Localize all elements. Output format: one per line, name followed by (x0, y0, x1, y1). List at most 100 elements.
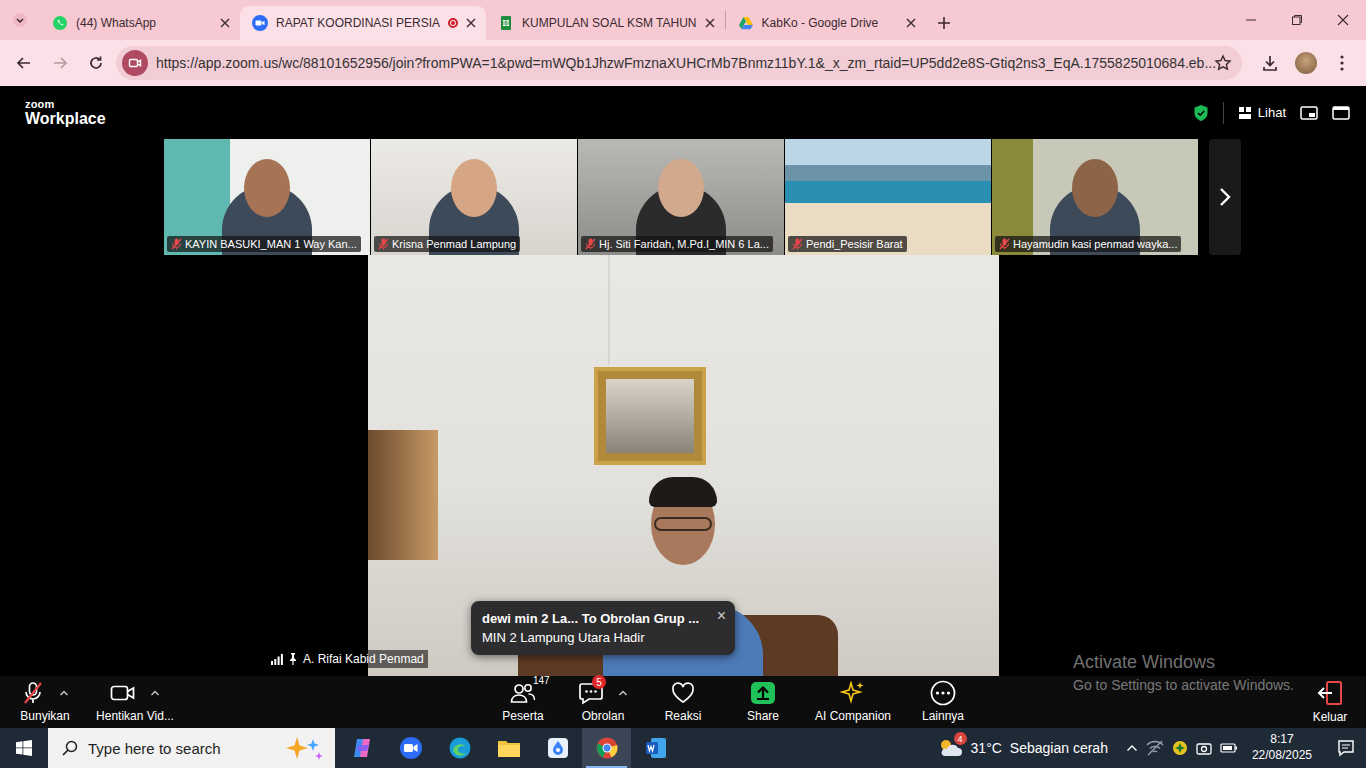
restore-icon[interactable] (1291, 14, 1303, 26)
chevron-up-icon[interactable] (1126, 743, 1138, 753)
windows-logo-icon[interactable] (16, 740, 32, 756)
start-button[interactable] (0, 728, 48, 768)
more-vert-icon[interactable] (1340, 55, 1344, 71)
clock[interactable]: 8:1722/08/2025 (1252, 732, 1312, 763)
next-page-button[interactable] (1209, 139, 1241, 255)
video-button[interactable]: Hentikan Vid... (90, 676, 180, 728)
leave-door-icon[interactable] (1317, 680, 1343, 706)
camera-icon[interactable] (128, 56, 142, 70)
leave-button[interactable]: Keluar (1300, 676, 1360, 728)
caret-up-icon[interactable] (618, 689, 628, 697)
participant-video-tile[interactable]: KAYIN BASUKI_MAN 1 Way Kan... (164, 139, 370, 255)
tray-app-icon[interactable] (1172, 740, 1188, 756)
picture-in-picture-icon[interactable] (1300, 105, 1318, 121)
toolbar-label[interactable]: Bunyikan (20, 709, 69, 723)
back-button[interactable] (8, 47, 40, 79)
more-icon[interactable] (930, 680, 956, 706)
browser-tab[interactable]: RAPAT KOORDINASI PERSIA (240, 6, 486, 40)
close-notification-button[interactable]: × (717, 607, 726, 625)
toolbar-label[interactable]: Lainnya (922, 709, 964, 723)
plus-icon[interactable] (937, 16, 951, 30)
chrome-icon[interactable] (595, 736, 619, 760)
toolbar-label[interactable]: Hentikan Vid... (96, 709, 174, 723)
reload-button[interactable] (80, 47, 112, 79)
close-icon[interactable] (220, 18, 230, 28)
taskbar-app[interactable] (435, 728, 484, 768)
minimize-icon[interactable] (1245, 14, 1257, 26)
security-shield-icon[interactable] (1193, 104, 1209, 122)
profile-avatar-icon[interactable] (1295, 52, 1317, 74)
new-tab-button[interactable] (926, 6, 962, 40)
share-button[interactable]: Share (723, 676, 803, 728)
search-placeholder[interactable]: Type here to search (88, 740, 273, 757)
sparkle-icon[interactable] (840, 681, 866, 705)
fullscreen-icon[interactable] (1332, 105, 1350, 121)
url-text[interactable]: https://app.zoom.us/wc/88101652956/join?… (156, 55, 1206, 71)
back-arrow-icon[interactable] (16, 55, 32, 71)
close-icon[interactable] (906, 18, 916, 28)
downloads-button[interactable] (1254, 47, 1286, 79)
forward-arrow-icon[interactable] (52, 55, 68, 71)
participant-video-tile[interactable]: Krisna Penmad Lampung (371, 139, 577, 255)
chat-notification[interactable]: dewi min 2 La... To Obrolan Grup ...MIN … (471, 601, 735, 655)
menu-button[interactable] (1326, 47, 1358, 79)
view-button[interactable]: Lihat (1238, 105, 1286, 120)
participants-icon[interactable] (509, 682, 537, 704)
edge-icon[interactable] (448, 736, 472, 760)
close-window-button[interactable] (1320, 0, 1366, 40)
taskbar-app[interactable] (484, 728, 533, 768)
address-bar[interactable]: https://app.zoom.us/wc/88101652956/join?… (116, 46, 1242, 80)
tab-search-button[interactable] (0, 0, 40, 40)
reload-icon[interactable] (88, 55, 104, 71)
copilot-icon[interactable] (350, 736, 374, 760)
close-window-icon[interactable] (1337, 14, 1349, 26)
toolbar-label[interactable]: Peserta (502, 709, 543, 723)
participant-video-tile[interactable]: Hj. Siti Faridah, M.Pd.I_MIN 6 La... (578, 139, 784, 255)
search-icon[interactable] (62, 740, 78, 756)
toolbar-label[interactable]: Share (747, 709, 779, 723)
grid-icon[interactable] (1238, 106, 1252, 120)
ai-button[interactable]: AI Companion (803, 676, 903, 728)
participant-video-tile[interactable]: Pendi_Pesisir Barat (785, 139, 991, 255)
minimize-button[interactable] (1228, 0, 1274, 40)
zoom-app-icon[interactable] (399, 736, 423, 760)
camera-icon[interactable] (1196, 741, 1212, 755)
taskbar-app[interactable] (582, 728, 631, 768)
taskbar-app[interactable] (533, 728, 582, 768)
browser-tab[interactable]: KabKo - Google Drive (726, 6, 926, 40)
video-camera-icon[interactable] (110, 683, 136, 703)
browser-tab[interactable]: (44) WhatsApp (40, 6, 240, 40)
close-icon[interactable] (705, 18, 715, 28)
dropdown-icon[interactable] (13, 13, 27, 27)
toolbar-label[interactable]: Obrolan (582, 709, 625, 723)
taskbar-app[interactable] (337, 728, 386, 768)
download-icon[interactable] (1261, 54, 1279, 72)
participant-video-tile[interactable]: Hayamudin kasi penmad wayka... (992, 139, 1198, 255)
word-icon[interactable] (644, 736, 668, 760)
close-icon[interactable] (466, 18, 476, 28)
network-icon[interactable] (1146, 740, 1164, 756)
muted-mic-icon[interactable] (21, 681, 45, 705)
restore-button[interactable] (1274, 0, 1320, 40)
participants-button[interactable]: 147Peserta (483, 676, 563, 728)
heart-icon[interactable] (670, 681, 696, 705)
notification-icon[interactable] (1337, 739, 1355, 757)
mic-button[interactable]: Bunyikan (0, 676, 90, 728)
leave-label[interactable]: Keluar (1313, 710, 1348, 724)
taskbar-search[interactable]: Type here to search (48, 728, 335, 768)
profile-button[interactable] (1290, 47, 1322, 79)
more-button[interactable]: Lainnya (903, 676, 983, 728)
file-explorer-icon[interactable] (497, 737, 521, 759)
weather-widget[interactable]: 431°CSebagian cerah (937, 737, 1108, 759)
share-screen-icon[interactable] (750, 681, 776, 705)
view-label[interactable]: Lihat (1258, 105, 1286, 120)
battery-icon[interactable] (1220, 742, 1238, 754)
bookmark-star-icon[interactable] (1214, 54, 1232, 72)
site-info-button[interactable] (122, 50, 148, 76)
caret-up-icon[interactable] (150, 689, 160, 697)
taskbar-app[interactable] (631, 728, 680, 768)
reaction-button[interactable]: Reaksi (643, 676, 723, 728)
chat-button[interactable]: 5Obrolan (563, 676, 643, 728)
app-icon[interactable] (546, 736, 570, 760)
notifications-button[interactable] (1326, 728, 1366, 768)
